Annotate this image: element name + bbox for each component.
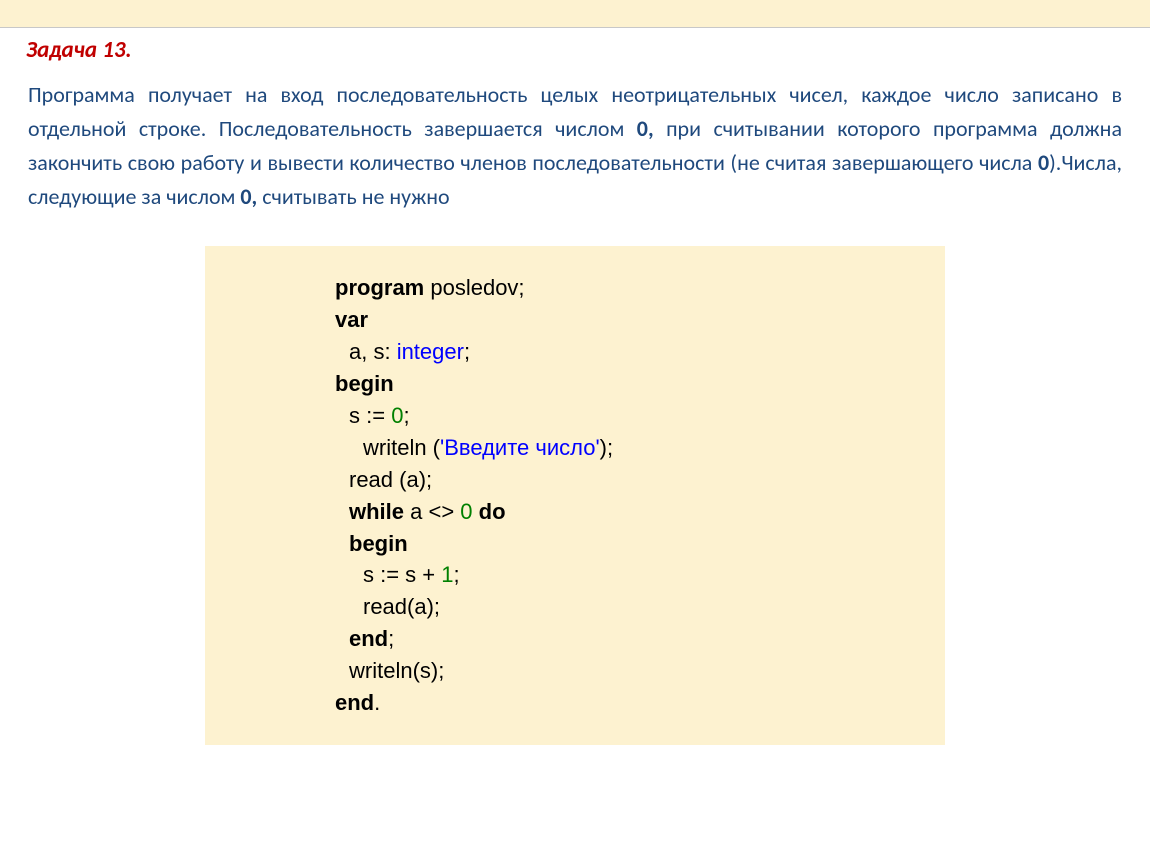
code-line: s := s + 1; bbox=[335, 559, 925, 591]
problem-bold-zero-3: 0, bbox=[240, 183, 262, 210]
code-text: s := bbox=[349, 403, 391, 428]
code-line: writeln ('Введите число'); bbox=[335, 432, 925, 464]
literal-zero: 0 bbox=[460, 499, 472, 524]
code-line: read(a); bbox=[335, 591, 925, 623]
literal-one: 1 bbox=[441, 562, 453, 587]
keyword-var: var bbox=[335, 307, 368, 332]
code-line: end; bbox=[335, 623, 925, 655]
code-line: s := 0; bbox=[335, 400, 925, 432]
code-line: writeln(s); bbox=[335, 655, 925, 687]
keyword-end: end bbox=[335, 690, 374, 715]
keyword-do: do bbox=[479, 499, 506, 524]
code-text: ; bbox=[388, 626, 394, 651]
top-bar bbox=[0, 0, 1150, 28]
code-text: writeln(s); bbox=[349, 658, 444, 683]
task-title: Задача 13. bbox=[26, 36, 1126, 64]
code-text: ; bbox=[454, 562, 460, 587]
code-text: a, s: bbox=[349, 339, 397, 364]
problem-bold-zero-1: 0, bbox=[637, 115, 666, 142]
code-line: program posledov; bbox=[335, 272, 925, 304]
code-line: read (a); bbox=[335, 464, 925, 496]
keyword-end: end bbox=[349, 626, 388, 651]
literal-zero: 0 bbox=[391, 403, 403, 428]
problem-bold-zero-2: 0 bbox=[1038, 149, 1049, 176]
keyword-begin: begin bbox=[349, 531, 408, 556]
code-text: posledov; bbox=[424, 275, 524, 300]
keyword-while: while bbox=[349, 499, 404, 524]
code-line: end. bbox=[335, 687, 925, 719]
code-text: s := s + bbox=[363, 562, 441, 587]
code-line: var bbox=[335, 304, 925, 336]
problem-statement: Программа получает на вход последователь… bbox=[28, 78, 1122, 214]
code-line: begin bbox=[335, 528, 925, 560]
type-integer: integer bbox=[397, 339, 464, 364]
document-content: Задача 13. Программа получает на вход по… bbox=[0, 28, 1150, 745]
keyword-begin: begin bbox=[335, 371, 394, 396]
code-line: begin bbox=[335, 368, 925, 400]
code-text: ; bbox=[403, 403, 409, 428]
code-line: a, s: integer; bbox=[335, 336, 925, 368]
code-text: read(a); bbox=[363, 594, 440, 619]
problem-text: считывать не нужно bbox=[262, 183, 449, 210]
code-text: ; bbox=[464, 339, 470, 364]
code-line: while a <> 0 do bbox=[335, 496, 925, 528]
string-literal: 'Введите число' bbox=[440, 435, 600, 460]
code-text: ); bbox=[600, 435, 613, 460]
code-text: a <> bbox=[404, 499, 460, 524]
keyword-program: program bbox=[335, 275, 424, 300]
code-text: read (a); bbox=[349, 467, 432, 492]
code-text: . bbox=[374, 690, 380, 715]
code-block: program posledov; var a, s: integer; beg… bbox=[205, 246, 945, 744]
code-text: writeln ( bbox=[363, 435, 440, 460]
